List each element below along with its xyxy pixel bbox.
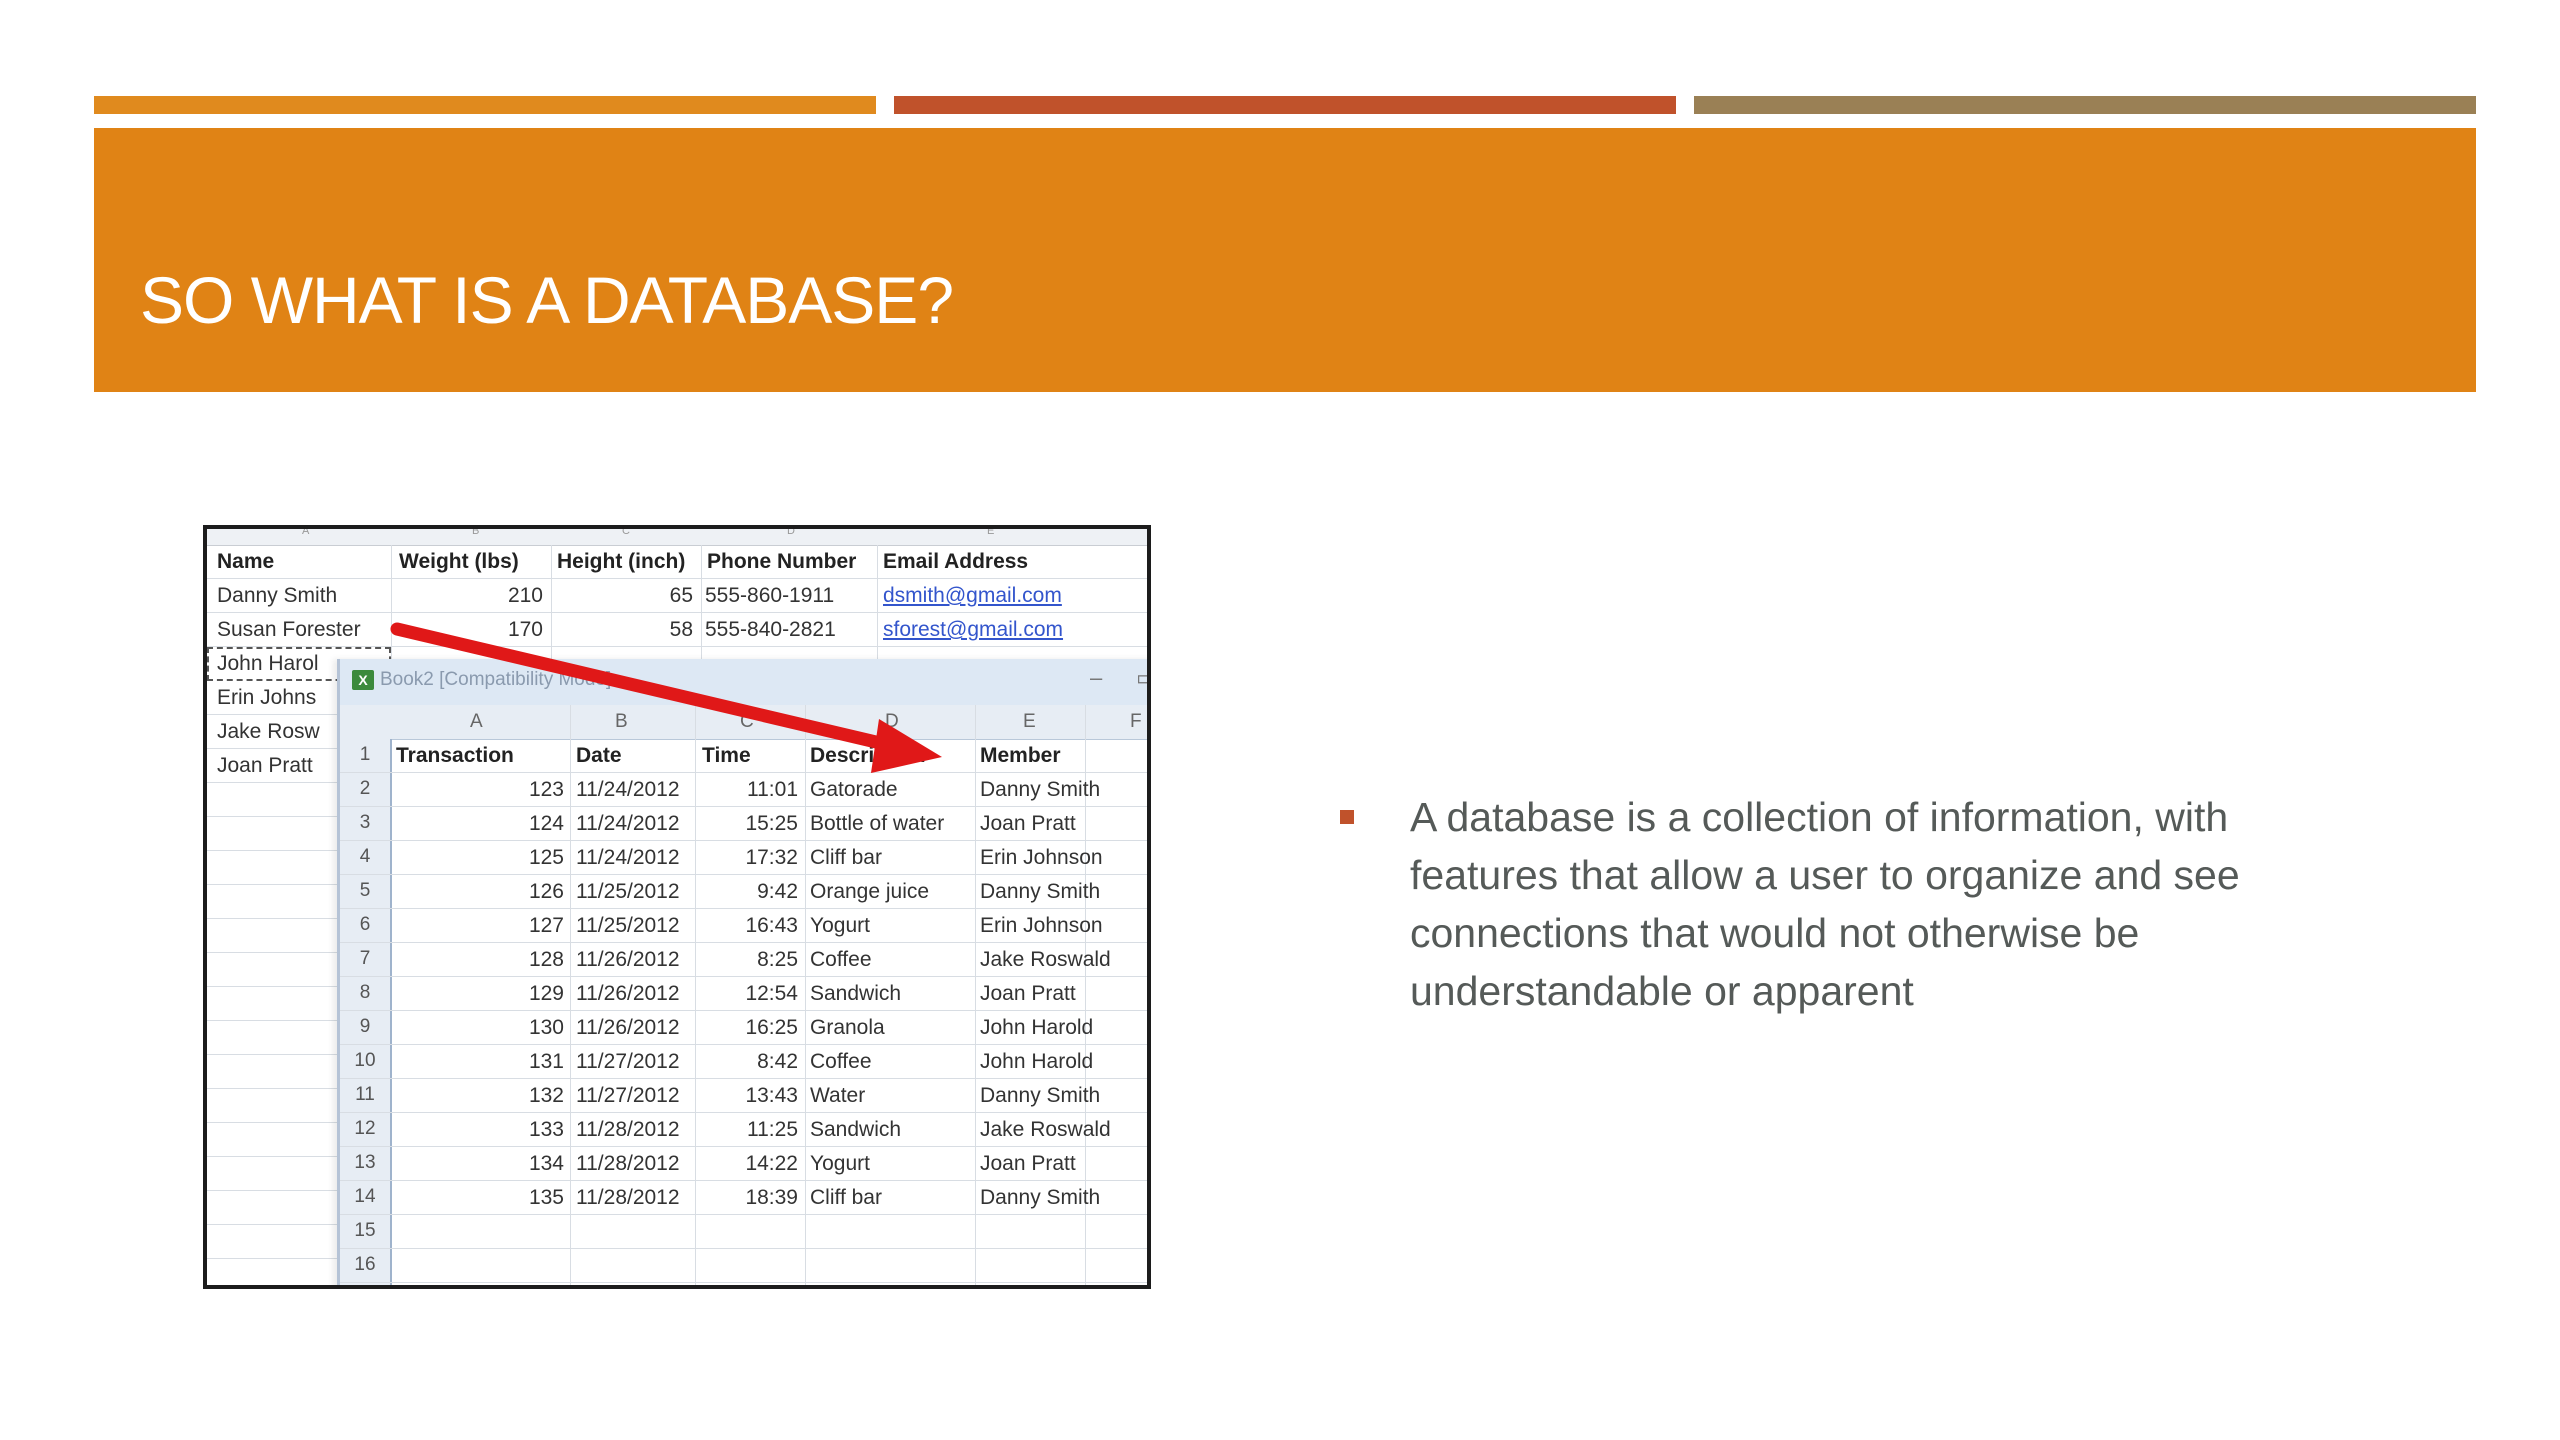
accent-bar-rust (894, 96, 1676, 114)
bullet-item: A database is a collection of informatio… (1410, 794, 2240, 1014)
spreadsheet-screenshot: A B C D E Name Weight (lbs) Height (inch… (203, 525, 1151, 1289)
accent-bar-khaki (1694, 96, 2476, 114)
slide-title: SO WHAT IS A DATABASE? (140, 263, 954, 337)
red-arrow-icon (390, 622, 942, 773)
bullet-square-icon (1340, 810, 1354, 824)
title-band: SO WHAT IS A DATABASE? (94, 128, 2476, 392)
accent-bar-orange (94, 96, 876, 114)
